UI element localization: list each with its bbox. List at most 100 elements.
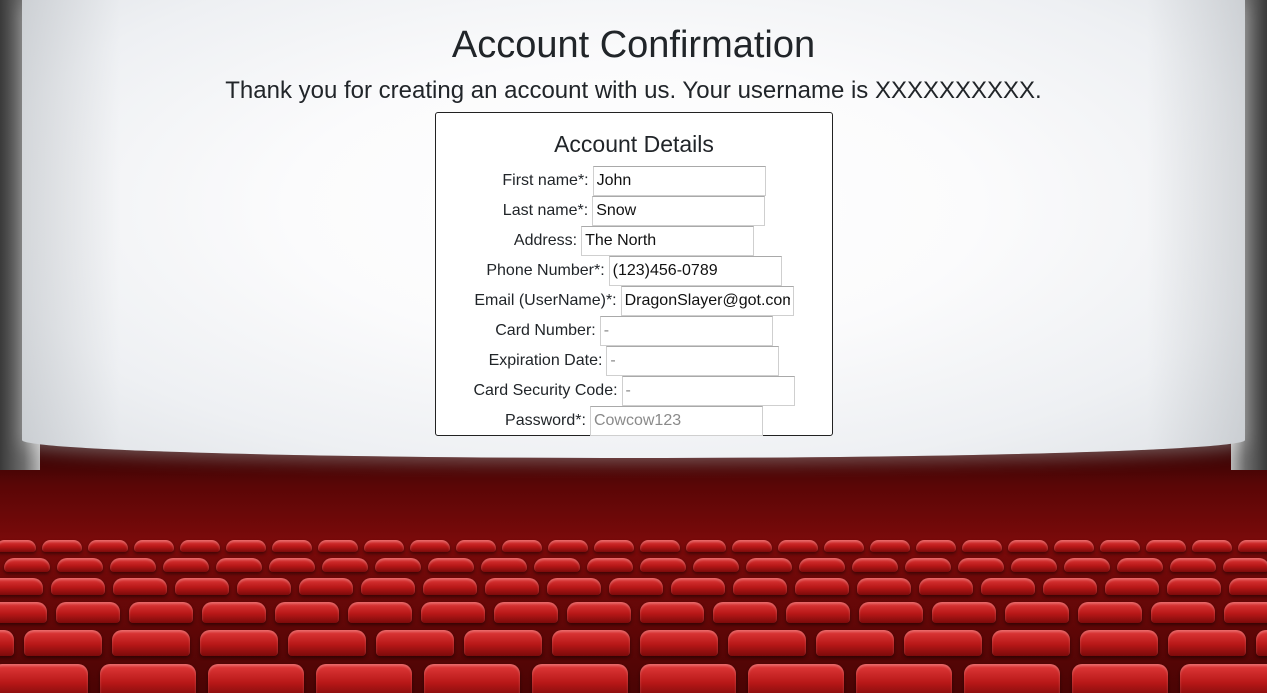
password-row: Password*:	[436, 406, 832, 436]
theater-seat	[129, 602, 193, 623]
email-row: Email (UserName)*:	[436, 286, 832, 316]
theater-seat	[1170, 558, 1216, 572]
theater-seat	[175, 578, 229, 595]
phone-number-label: Phone Number*:	[486, 262, 605, 279]
theater-seat	[1229, 578, 1267, 595]
seat-row	[0, 540, 1267, 552]
expiration-date-label: Expiration Date:	[488, 352, 603, 369]
card-security-code-input[interactable]	[621, 376, 795, 406]
theater-seat	[1224, 602, 1267, 623]
theater-seat	[904, 630, 982, 656]
theater-seat	[640, 558, 686, 572]
seat-row	[0, 578, 1267, 595]
theater-seat	[0, 578, 43, 595]
theater-seats-background	[0, 440, 1267, 693]
first-name-input[interactable]	[592, 166, 766, 196]
theater-seat	[532, 664, 628, 693]
theater-seat	[1238, 540, 1267, 552]
theater-seat	[1005, 602, 1069, 623]
last-name-input[interactable]	[592, 196, 766, 226]
theater-seat	[640, 540, 680, 552]
theater-seat	[423, 578, 477, 595]
theater-seat	[857, 578, 911, 595]
password-label: Password*:	[505, 412, 586, 429]
page-title: Account Confirmation	[451, 24, 816, 66]
password-input[interactable]	[589, 406, 763, 436]
seat-row	[0, 558, 1267, 572]
theater-seat	[795, 578, 849, 595]
theater-seat	[348, 602, 412, 623]
theater-seat	[272, 540, 312, 552]
theater-seat	[534, 558, 580, 572]
address-label: Address:	[513, 232, 578, 249]
theater-seat	[746, 558, 792, 572]
theater-seat	[1105, 578, 1159, 595]
theater-seat	[288, 630, 366, 656]
theater-seat	[640, 630, 718, 656]
theater-seat	[905, 558, 951, 572]
theater-seat	[0, 540, 36, 552]
theater-seat	[180, 540, 220, 552]
theater-seat	[364, 540, 404, 552]
expiration-date-input[interactable]	[606, 346, 780, 376]
page: Account Confirmation Thank you for creat…	[0, 0, 1267, 693]
theater-seat	[316, 664, 412, 693]
theater-seat	[713, 602, 777, 623]
theater-seat	[728, 630, 806, 656]
account-details-panel: Account Details First name*: Last name*:…	[435, 112, 833, 436]
last-name-row: Last name*:	[436, 196, 832, 226]
theater-seat	[200, 630, 278, 656]
theater-seat	[1008, 540, 1048, 552]
theater-seat	[748, 664, 844, 693]
theater-seat	[870, 540, 910, 552]
address-input[interactable]	[581, 226, 755, 256]
theater-seat	[1078, 602, 1142, 623]
theater-seat	[1117, 558, 1163, 572]
theater-seat	[609, 578, 663, 595]
theater-seat	[4, 558, 50, 572]
phone-number-row: Phone Number*:	[436, 256, 832, 286]
theater-seat	[1167, 578, 1221, 595]
theater-seat	[456, 540, 496, 552]
theater-seat	[733, 578, 787, 595]
theater-seat	[421, 602, 485, 623]
theater-seat	[494, 602, 558, 623]
theater-seat	[919, 578, 973, 595]
theater-seat	[824, 540, 864, 552]
theater-seat	[410, 540, 450, 552]
theater-seat	[51, 578, 105, 595]
theater-seat	[671, 578, 725, 595]
theater-seat	[56, 602, 120, 623]
theater-seat	[24, 630, 102, 656]
theater-seat	[932, 602, 996, 623]
theater-seat	[375, 558, 421, 572]
theater-seat	[962, 540, 1002, 552]
theater-seat	[208, 664, 304, 693]
last-name-label: Last name*:	[502, 202, 589, 219]
account-details-title: Account Details	[554, 131, 714, 157]
theater-seat	[992, 630, 1070, 656]
theater-seat	[816, 630, 894, 656]
phone-number-input[interactable]	[608, 256, 782, 286]
theater-seat	[481, 558, 527, 572]
seat-row	[0, 664, 1267, 693]
theater-seat	[693, 558, 739, 572]
seat-row	[0, 602, 1267, 623]
theater-seat	[0, 630, 14, 656]
theater-seat	[1011, 558, 1057, 572]
theater-seat	[1180, 664, 1267, 693]
first-name-row: First name*:	[436, 166, 832, 196]
card-number-input[interactable]	[599, 316, 773, 346]
address-row: Address:	[436, 226, 832, 256]
theater-seat	[1100, 540, 1140, 552]
email-input[interactable]	[620, 286, 794, 316]
theater-seat	[547, 578, 601, 595]
seat-row	[0, 630, 1267, 656]
theater-seat	[1054, 540, 1094, 552]
theater-seat	[424, 664, 520, 693]
theater-seat	[464, 630, 542, 656]
card-number-label: Card Number:	[495, 322, 596, 339]
theater-seat	[163, 558, 209, 572]
theater-seat	[1043, 578, 1097, 595]
theater-seat	[485, 578, 539, 595]
